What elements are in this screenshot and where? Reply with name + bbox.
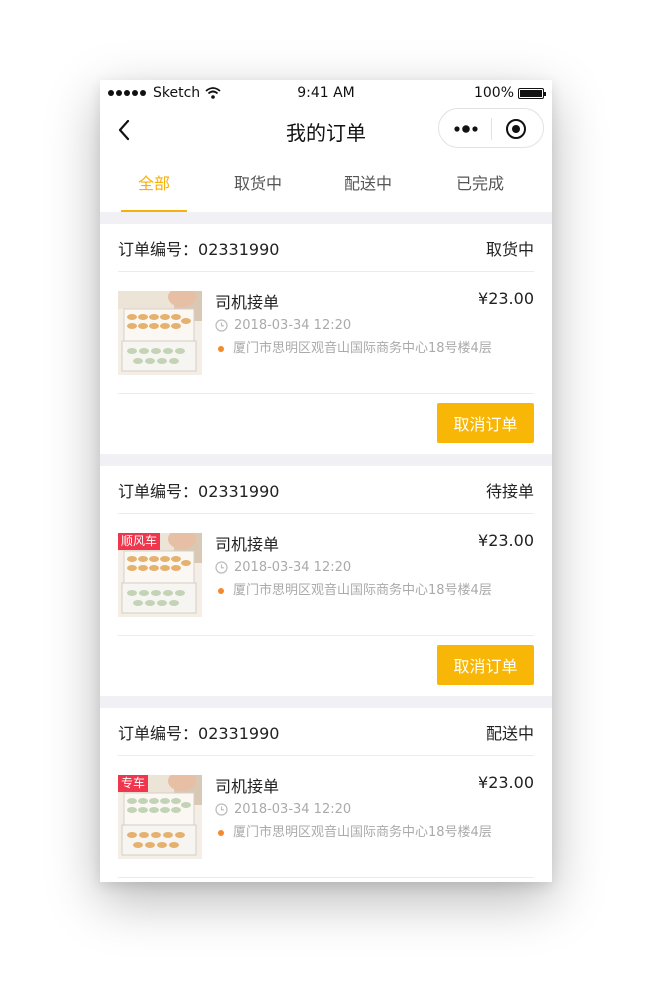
- order-body: 专车 司机接单 ¥23.00 2018-03-34 12:20 厦门市思明区观音…: [118, 756, 534, 878]
- clock-icon: [215, 319, 228, 332]
- product-image: 顺风车: [118, 533, 202, 617]
- item-address: 厦门市思明区观音山国际商务中心18号楼4层: [215, 824, 500, 841]
- battery-icon: [518, 87, 546, 99]
- item-price: ¥23.00: [478, 289, 534, 308]
- section-separator: [100, 212, 552, 224]
- tab-completed[interactable]: 已完成: [428, 164, 532, 212]
- item-price: ¥23.00: [478, 531, 534, 550]
- order-header: 订单编号：02331990 配送中: [118, 708, 534, 756]
- target-circle-icon[interactable]: [505, 118, 527, 140]
- order-status: 配送中: [485, 723, 534, 743]
- mini-program-capsule: [438, 108, 544, 148]
- item-time: 2018-03-34 12:20: [215, 560, 351, 575]
- tab-picking-up[interactable]: 取货中: [208, 164, 308, 212]
- more-dots-icon[interactable]: [453, 121, 479, 137]
- tab-delivering[interactable]: 配送中: [308, 164, 428, 212]
- order-tabs: 全部 取货中 配送中 已完成: [100, 164, 552, 212]
- order-number-label: 订单编号：: [118, 239, 199, 259]
- nav-bar: 我的订单: [100, 108, 552, 152]
- order-number: 订单编号：02331990: [118, 478, 279, 502]
- item-time: 2018-03-34 12:20: [215, 318, 351, 333]
- item-address: 厦门市思明区观音山国际商务中心18号楼4层: [215, 582, 500, 599]
- status-right: 100%: [473, 85, 546, 101]
- order-card[interactable]: 订单编号：02331990 待接单 顺风车 司机接单 ¥23.00 2018-0…: [100, 466, 552, 696]
- tab-all[interactable]: 全部: [100, 164, 208, 212]
- ride-type-tag: 顺风车: [118, 533, 161, 550]
- item-time: 2018-03-34 12:20: [215, 802, 351, 817]
- location-dot-icon: [218, 588, 224, 594]
- order-footer: 取消订单: [118, 394, 534, 454]
- order-number-label: 订单编号：: [118, 723, 199, 743]
- order-number: 订单编号：02331990: [118, 236, 279, 260]
- order-number-label: 订单编号：: [118, 481, 199, 501]
- order-card[interactable]: 订单编号：02331990 配送中 专车 司机接单 ¥23.00 2018-03…: [100, 708, 552, 878]
- product-image: 专车: [118, 775, 202, 859]
- capsule-divider: [491, 118, 492, 140]
- order-body: 司机接单 ¥23.00 2018-03-34 12:20 厦门市思明区观音山国际…: [118, 272, 534, 394]
- item-time-text: 2018-03-34 12:20: [234, 318, 352, 333]
- order-list: 订单编号：02331990 取货中 司机接单 ¥23.00 2018-03-34…: [100, 212, 552, 878]
- section-separator: [100, 696, 552, 708]
- order-number-value: 02331990: [198, 723, 280, 743]
- order-number-value: 02331990: [198, 481, 280, 501]
- item-address-text: 厦门市思明区观音山国际商务中心18号楼4层: [233, 583, 492, 598]
- order-status: 取货中: [485, 239, 534, 259]
- cancel-order-button[interactable]: 取消订单: [437, 403, 534, 443]
- location-dot-icon: [218, 830, 224, 836]
- status-bar: Sketch 9:41 AM 100%: [100, 80, 552, 108]
- order-header: 订单编号：02331990 取货中: [118, 224, 534, 272]
- item-title: 司机接单: [215, 293, 280, 312]
- phone-screen: Sketch 9:41 AM 100% 我的订单 全部 取货中 配送中 已完成 …: [100, 80, 552, 882]
- order-status: 待接单: [485, 481, 534, 501]
- item-price: ¥23.00: [478, 773, 534, 792]
- ride-type-tag: 专车: [118, 775, 149, 792]
- cancel-order-button[interactable]: 取消订单: [437, 645, 534, 685]
- item-title: 司机接单: [215, 777, 280, 796]
- item-title: 司机接单: [215, 535, 280, 554]
- order-body: 顺风车 司机接单 ¥23.00 2018-03-34 12:20 厦门市思明区观…: [118, 514, 534, 636]
- item-address-text: 厦门市思明区观音山国际商务中心18号楼4层: [233, 825, 492, 840]
- location-dot-icon: [218, 346, 224, 352]
- item-time-text: 2018-03-34 12:20: [234, 802, 352, 817]
- order-card[interactable]: 订单编号：02331990 取货中 司机接单 ¥23.00 2018-03-34…: [100, 224, 552, 454]
- section-separator: [100, 454, 552, 466]
- item-time-text: 2018-03-34 12:20: [234, 560, 352, 575]
- item-address-text: 厦门市思明区观音山国际商务中心18号楼4层: [233, 341, 492, 356]
- clock-icon: [215, 561, 228, 574]
- order-number-value: 02331990: [198, 239, 280, 259]
- order-header: 订单编号：02331990 待接单: [118, 466, 534, 514]
- battery-label: 100%: [473, 85, 514, 101]
- item-address: 厦门市思明区观音山国际商务中心18号楼4层: [215, 340, 500, 357]
- product-image: [118, 291, 202, 375]
- order-number: 订单编号：02331990: [118, 720, 279, 744]
- clock-icon: [215, 803, 228, 816]
- order-footer: 取消订单: [118, 636, 534, 696]
